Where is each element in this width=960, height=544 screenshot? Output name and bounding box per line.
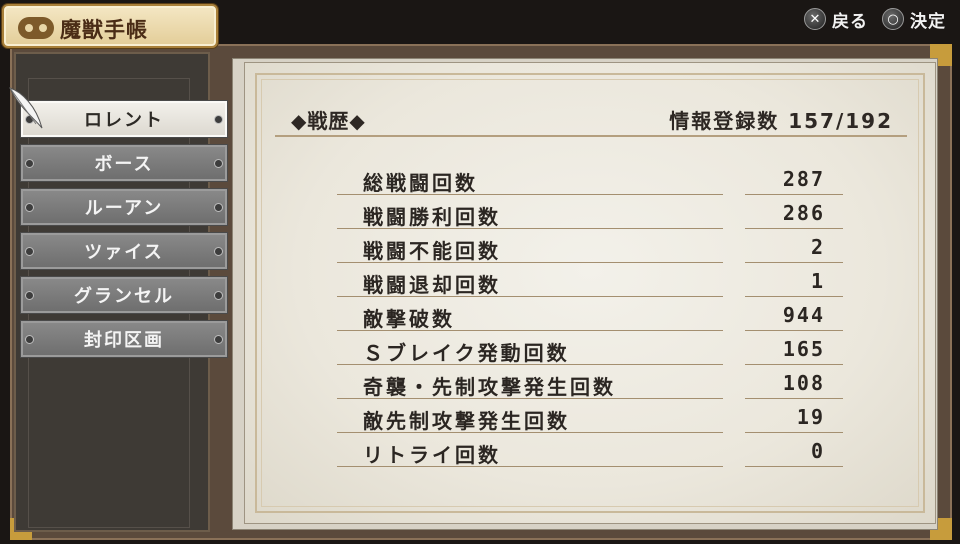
stat-row: 戦闘勝利回数 286 [337, 199, 843, 233]
row-underline [337, 330, 723, 331]
tab-label: ロレント [84, 110, 164, 131]
row-underline [337, 262, 723, 263]
value-underline [745, 432, 843, 433]
rivet-icon [214, 291, 223, 300]
row-underline [337, 296, 723, 297]
rivet-icon [214, 159, 223, 168]
rivet-icon [25, 247, 34, 256]
row-underline [337, 194, 723, 195]
back-hint[interactable]: ✕ 戻る [804, 7, 868, 32]
stat-row: 奇襲・先制攻撃発生回数 108 [337, 369, 843, 403]
rivet-icon [214, 115, 223, 124]
stat-label: 戦闘退却回数 [363, 273, 501, 297]
stat-value: 286 [782, 201, 825, 225]
monster-book-icon [18, 17, 54, 39]
tab-label: グランセル [74, 286, 174, 307]
value-underline [745, 228, 843, 229]
stat-row: リトライ回数 0 [337, 437, 843, 471]
page-title: 魔獣手帳 [60, 18, 148, 42]
battle-record-list: 総戦闘回数 287 戦闘勝利回数 286 戦闘不能回数 2 戦闘退却回数 1 敵… [337, 165, 843, 471]
section-title: ◆戦歴◆ [291, 109, 366, 133]
circle-button-icon: ○ [882, 8, 904, 30]
value-underline [745, 398, 843, 399]
tab-label: ボース [94, 154, 154, 175]
stat-row: 戦闘退却回数 1 [337, 267, 843, 301]
stat-value: 287 [782, 167, 825, 191]
rivet-icon [25, 159, 34, 168]
info-registration-count: 情報登録数 157/192 [669, 109, 893, 133]
notebook-page: ◆戦歴◆ 情報登録数 157/192 総戦闘回数 287 戦闘勝利回数 286 … [244, 62, 936, 524]
rivet-icon [25, 291, 34, 300]
row-underline [337, 228, 723, 229]
back-label: 戻る [832, 11, 868, 32]
button-hints: ✕ 戻る ○ 決定 [804, 6, 946, 32]
stat-value: 165 [782, 337, 825, 361]
rivet-icon [25, 203, 34, 212]
value-underline [745, 466, 843, 467]
tab-label: ルーアン [84, 198, 164, 219]
stat-label: 敵撃破数 [363, 307, 455, 331]
tab-label: ツァイス [84, 242, 164, 263]
header-divider [275, 135, 907, 137]
tab-ruan[interactable]: ルーアン [20, 188, 228, 226]
stat-row: 敵先制攻撃発生回数 19 [337, 403, 843, 437]
stat-row: 総戦闘回数 287 [337, 165, 843, 199]
tab-label: 封印区画 [84, 330, 164, 351]
row-underline [337, 466, 723, 467]
rivet-icon [214, 203, 223, 212]
stat-row: 戦闘不能回数 2 [337, 233, 843, 267]
stat-value: 2 [810, 235, 825, 259]
tab-zeiss[interactable]: ツァイス [20, 232, 228, 270]
value-underline [745, 262, 843, 263]
value-underline [745, 330, 843, 331]
stat-label: 戦闘勝利回数 [363, 205, 501, 229]
tab-sealed-area[interactable]: 封印区画 [20, 320, 228, 358]
title-plate: 魔獣手帳 [2, 4, 218, 48]
stat-label: 戦闘不能回数 [363, 239, 501, 263]
stat-value: 19 [796, 405, 825, 429]
stat-value: 108 [782, 371, 825, 395]
stat-row: 敵撃破数 944 [337, 301, 843, 335]
stat-row: Ｓブレイク発動回数 165 [337, 335, 843, 369]
rivet-icon [214, 247, 223, 256]
rivet-icon [214, 335, 223, 344]
value-underline [745, 194, 843, 195]
confirm-label: 決定 [910, 11, 946, 32]
stat-label: リトライ回数 [363, 443, 501, 467]
stat-value: 944 [782, 303, 825, 327]
tab-bose[interactable]: ボース [20, 144, 228, 182]
cross-button-icon: ✕ [804, 8, 826, 30]
stat-value: 1 [810, 269, 825, 293]
row-underline [337, 364, 723, 365]
stat-value: 0 [810, 439, 825, 463]
rivet-icon [25, 335, 34, 344]
stat-label: 総戦闘回数 [363, 171, 478, 195]
value-underline [745, 296, 843, 297]
quill-cursor-icon [9, 87, 43, 129]
tab-rolent[interactable]: ロレント [20, 100, 228, 138]
row-underline [337, 398, 723, 399]
row-underline [337, 432, 723, 433]
stat-label: 敵先制攻撃発生回数 [363, 409, 570, 433]
confirm-hint[interactable]: ○ 決定 [882, 7, 946, 32]
tab-grancel[interactable]: グランセル [20, 276, 228, 314]
value-underline [745, 364, 843, 365]
stat-label: 奇襲・先制攻撃発生回数 [363, 375, 616, 399]
stat-label: Ｓブレイク発動回数 [363, 341, 570, 365]
